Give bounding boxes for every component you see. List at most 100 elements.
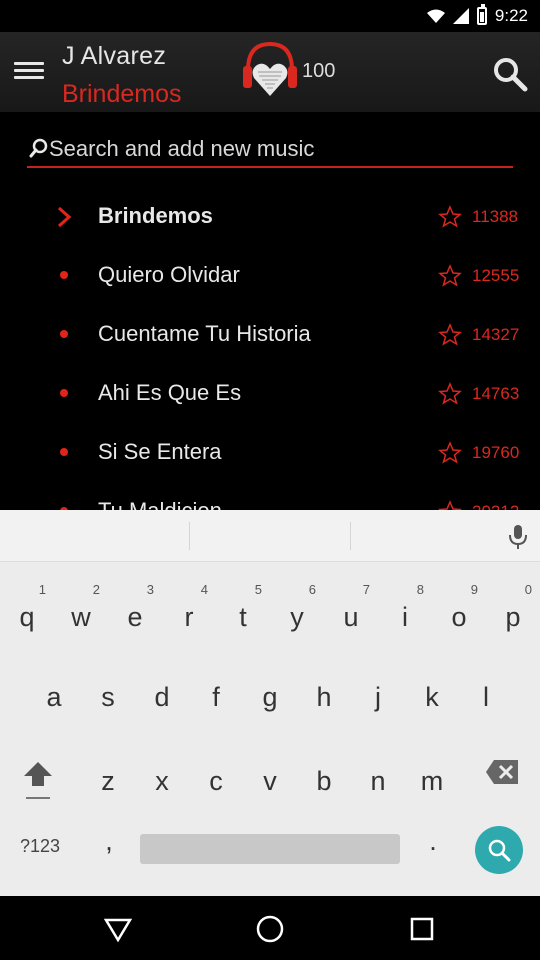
key-c[interactable]: c xyxy=(189,736,243,816)
key-p[interactable]: p0 xyxy=(486,572,540,652)
circle-home-icon[interactable] xyxy=(254,914,286,944)
song-row-5[interactable]: Si Se Entera 19760 xyxy=(0,423,540,482)
backspace-icon[interactable] xyxy=(484,756,520,788)
microphone-icon[interactable] xyxy=(508,524,528,550)
song-row-4[interactable]: Ahi Es Que Es 14763 xyxy=(0,364,540,423)
app-header: J Alvarez Brindemos 100 xyxy=(0,32,540,112)
key-s[interactable]: s xyxy=(81,652,135,732)
song-title: Cuentame Tu Historia xyxy=(98,321,311,346)
triangle-back-icon[interactable] xyxy=(102,914,134,944)
key-q[interactable]: q1 xyxy=(0,572,54,652)
key-i[interactable]: i8 xyxy=(378,572,432,652)
key-character: v xyxy=(263,766,277,796)
star-outline-icon[interactable] xyxy=(438,205,462,229)
key-character: w xyxy=(71,602,91,632)
song-list: Brindemos 11388 Quiero Olvidar 12555 Cue… xyxy=(0,187,540,510)
hamburger-icon-line xyxy=(14,76,44,79)
song-row-1[interactable]: Brindemos 11388 xyxy=(0,187,540,246)
song-play-count: 19760 xyxy=(472,443,520,462)
search-icon[interactable] xyxy=(490,54,530,94)
key-g[interactable]: g xyxy=(243,652,297,732)
key-number-hint: 3 xyxy=(146,582,154,597)
heart-headphones-icon[interactable] xyxy=(242,40,298,102)
key-m[interactable]: m xyxy=(405,736,459,816)
suggestion-divider xyxy=(189,522,190,550)
shift-arrow-icon[interactable] xyxy=(20,756,56,800)
song-play-count: 14763 xyxy=(472,384,520,403)
key-character: h xyxy=(316,682,332,712)
search-bar xyxy=(0,112,540,184)
space-key[interactable] xyxy=(140,834,400,864)
star-outline-icon[interactable] xyxy=(438,382,462,406)
bullet-icon xyxy=(60,389,68,397)
search-action-key[interactable] xyxy=(475,826,523,874)
key-j[interactable]: j xyxy=(351,652,405,732)
symbols-key[interactable]: ?123 xyxy=(10,826,70,866)
key-t[interactable]: t5 xyxy=(216,572,270,652)
key-character: q xyxy=(19,602,35,632)
song-title: Quiero Olvidar xyxy=(98,262,240,287)
key-y[interactable]: y6 xyxy=(270,572,324,652)
key-o[interactable]: o9 xyxy=(432,572,486,652)
key-character: u xyxy=(343,602,359,632)
star-outline-icon[interactable] xyxy=(438,441,462,465)
key-number-hint: 7 xyxy=(362,582,370,597)
song-title: Ahi Es Que Es xyxy=(98,380,242,405)
bullet-icon xyxy=(60,271,68,279)
key-r[interactable]: r4 xyxy=(162,572,216,652)
song-title: Tu Maldicion xyxy=(98,498,222,510)
key-number-hint: 1 xyxy=(38,582,46,597)
key-character: k xyxy=(425,682,439,712)
key-x[interactable]: x xyxy=(135,736,189,816)
key-number-hint: 0 xyxy=(524,582,532,597)
key-h[interactable]: h xyxy=(297,652,351,732)
bullet-icon xyxy=(60,448,68,456)
key-z[interactable]: z xyxy=(81,736,135,816)
soft-keyboard: q1w2e3r4t5y6u7i8o9p0asdfghjklzxcvbnm ?12… xyxy=(0,510,540,896)
song-row-2[interactable]: Quiero Olvidar 12555 xyxy=(0,246,540,305)
key-n[interactable]: n xyxy=(351,736,405,816)
key-character: d xyxy=(154,682,170,712)
song-play-count: 14327 xyxy=(472,325,520,344)
key-character: m xyxy=(420,766,444,796)
song-row-3[interactable]: Cuentame Tu Historia 14327 xyxy=(0,305,540,364)
key-character: g xyxy=(262,682,278,712)
period-key[interactable]: . xyxy=(418,826,448,866)
artist-name: J Alvarez xyxy=(62,42,167,70)
signal-icon xyxy=(452,8,469,24)
key-f[interactable]: f xyxy=(189,652,243,732)
song-row-6[interactable]: Tu Maldicion 20212 xyxy=(0,482,540,510)
key-l[interactable]: l xyxy=(459,652,513,732)
search-input[interactable] xyxy=(49,134,509,164)
status-bar: 9:22 xyxy=(0,0,540,32)
key-character: j xyxy=(375,682,381,712)
key-a[interactable]: a xyxy=(27,652,81,732)
suggestion-divider xyxy=(350,522,351,550)
key-character: x xyxy=(155,766,169,796)
key-u[interactable]: u7 xyxy=(324,572,378,652)
menu-button[interactable] xyxy=(14,58,44,86)
song-title: Si Se Entera xyxy=(98,439,222,464)
star-outline-icon[interactable] xyxy=(438,264,462,288)
suggestion-strip xyxy=(0,510,540,562)
star-outline-icon[interactable] xyxy=(438,500,462,510)
bullet-icon xyxy=(60,330,68,338)
key-k[interactable]: k xyxy=(405,652,459,732)
album-name: Brindemos xyxy=(62,80,182,108)
key-b[interactable]: b xyxy=(297,736,351,816)
key-character: a xyxy=(46,682,62,712)
key-v[interactable]: v xyxy=(243,736,297,816)
key-number-hint: 2 xyxy=(92,582,100,597)
key-number-hint: 8 xyxy=(416,582,424,597)
square-recents-icon[interactable] xyxy=(406,914,438,944)
key-e[interactable]: e3 xyxy=(108,572,162,652)
key-w[interactable]: w2 xyxy=(54,572,108,652)
key-character: f xyxy=(212,682,220,712)
star-outline-icon[interactable] xyxy=(438,323,462,347)
app-root: { "status_bar": { "time": "9:22" }, "hea… xyxy=(0,0,540,960)
key-d[interactable]: d xyxy=(135,652,189,732)
comma-key[interactable]: , xyxy=(94,826,124,866)
key-number-hint: 6 xyxy=(308,582,316,597)
key-character: p xyxy=(505,602,521,632)
key-character: e xyxy=(127,602,143,632)
